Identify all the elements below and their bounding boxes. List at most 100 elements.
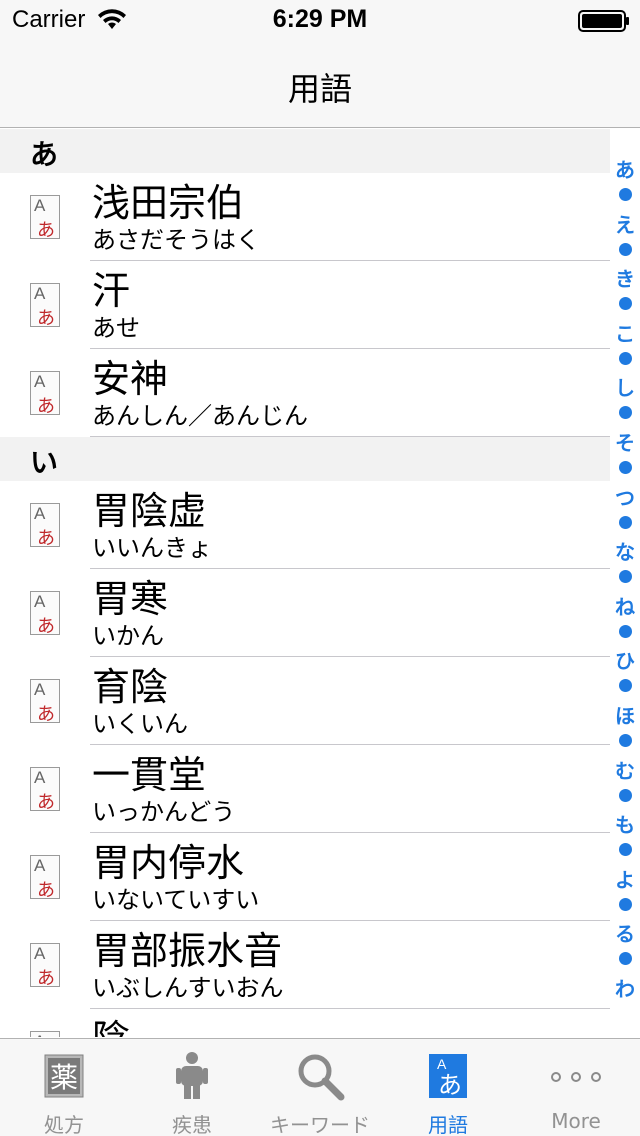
thumbnail-letter: A [34,768,46,787]
term-thumbnail-icon: Aあ [30,767,60,813]
thumbnail-letter: A [34,944,46,963]
index-letter[interactable]: こ [610,322,640,346]
index-letter[interactable]: わ [610,977,640,1001]
tab-more[interactable]: More [512,1039,640,1136]
index-letter[interactable]: も [610,813,640,837]
term-thumbnail-icon: Aあ [30,283,60,329]
index-letter[interactable]: ほ [610,704,640,728]
term-title: 陰 [92,1015,130,1037]
index-letter[interactable]: ね [610,595,640,619]
term-reading: あんしん／あんじん [92,402,308,430]
index-letter[interactable]: な [610,540,640,564]
list-item[interactable]: A あ 安神 あんしん／あんじん [0,349,610,437]
term-thumbnail-icon: Aあ [30,503,60,549]
list-item[interactable]: A あ汗あせ [0,261,610,349]
term-list[interactable]: あ A あ浅田宗伯 あさだそうはく A あ汗あせ A あ安神 あんしん／あんじんい A あ胃陰虚 いい… [0,129,610,1037]
term-title: 安神 [92,357,169,401]
thumbnail-letter: A [34,504,46,523]
index-dot[interactable] [619,297,632,311]
list-item[interactable]: A あ育陰 いくいん [0,657,610,745]
tab-label: More [551,1109,601,1133]
thumbnail-kana: あ [37,792,55,813]
list-item[interactable]: A あ胃陰虚 いいんきょ [0,481,610,569]
tab-disease[interactable]: 疾患 [128,1039,256,1136]
term-thumbnail-icon: Aあ [30,591,60,637]
index-dot[interactable] [619,788,632,802]
term-reading: いくいん [92,710,188,738]
term-reading: いないていすい [92,886,260,914]
thumbnail-kana: あ [37,968,55,989]
index-dot[interactable] [619,843,632,857]
term-thumbnail-icon: Aあ [30,195,60,241]
tab-label: キーワード [270,1113,370,1136]
term-title: 浅田宗伯 [92,181,245,225]
index-letter[interactable]: そ [610,431,640,455]
list-item[interactable]: A あ胃部振水音 いぶしんすいおん [0,921,610,1009]
term-reading: いっかんどう [92,798,236,826]
term-thumbnail-icon: Aあ [30,943,60,989]
battery-icon [578,10,629,32]
list-item[interactable]: A あ胃寒 いかん [0,569,610,657]
term-title: 汗 [92,269,131,313]
index-dot[interactable] [619,734,632,747]
tab-keyword[interactable]: キーワード [256,1039,384,1136]
index-dot[interactable] [619,952,632,966]
term-title: 胃寒 [92,577,169,621]
term-thumbnail-icon: Aあ [30,1031,60,1037]
thumbnail-kana: あ [37,880,55,901]
terms-icon-glyph-kana: あ [438,1071,462,1099]
index-letter[interactable]: し [610,376,640,400]
terms-icon-glyph-a: A [437,1056,447,1072]
thumbnail-kana: あ [37,220,55,241]
section-index-bar[interactable]: あえきこしそつなねひほむもよるわ [610,158,640,1008]
terms-icon: A あ [429,1054,467,1099]
index-dot[interactable] [619,624,632,638]
tab-prescription[interactable]: 薬 処方 [0,1039,128,1136]
index-letter[interactable]: え [610,213,640,237]
thumbnail-kana: あ [37,396,55,417]
page-title: 用語 [287,70,352,108]
index-dot[interactable] [619,461,632,474]
index-dot[interactable] [619,679,632,693]
tab-terms[interactable]: A あ 用語 [384,1039,512,1136]
list-item[interactable]: Aあ陰いん [0,1009,610,1037]
index-dot[interactable] [619,351,632,365]
index-dot[interactable] [619,242,632,256]
section-header-label: あ [30,138,59,171]
more-icon [551,1072,601,1082]
index-dot[interactable] [619,515,632,529]
status-time: 6:29 PM [272,5,368,33]
navigation-bar: 用語 [0,40,640,128]
section-header-label: い [30,446,59,479]
index-dot[interactable] [619,897,632,911]
section-header: い [0,437,610,481]
index-letter[interactable]: き [610,267,640,291]
index-dot[interactable] [619,188,632,201]
person-icon [176,1052,208,1099]
term-title: 胃部振水音 [92,929,283,973]
thumbnail-letter: A [34,372,46,391]
term-title: 一貫堂 [92,753,207,797]
thumbnail-letter: A [34,1032,45,1037]
index-letter[interactable]: よ [610,868,640,892]
term-thumbnail-icon: Aあ [30,855,60,901]
index-letter[interactable]: る [610,922,640,946]
term-thumbnail-icon: Aあ [30,679,60,725]
list-item[interactable]: A あ一貫堂 いっかんどう [0,745,610,833]
thumbnail-letter: A [34,592,46,611]
index-letter[interactable]: む [610,759,640,783]
index-letter[interactable]: ひ [610,649,640,673]
term-reading: いいんきょ [92,534,212,562]
term-reading: いかん [92,622,164,650]
list-item[interactable]: A あ浅田宗伯 あさだそうはく [0,173,610,261]
index-letter[interactable]: あ [610,158,640,182]
list-item[interactable]: A あ胃内停水 いないていすい [0,833,610,921]
index-letter[interactable]: つ [610,486,640,510]
index-dot[interactable] [619,406,632,420]
tab-label: 用語 [428,1113,468,1136]
index-dot[interactable] [619,570,632,584]
search-icon [298,1054,345,1101]
term-title: 育陰 [92,665,169,709]
prescription-icon: 薬 [44,1054,84,1098]
thumbnail-letter: A [34,196,46,215]
